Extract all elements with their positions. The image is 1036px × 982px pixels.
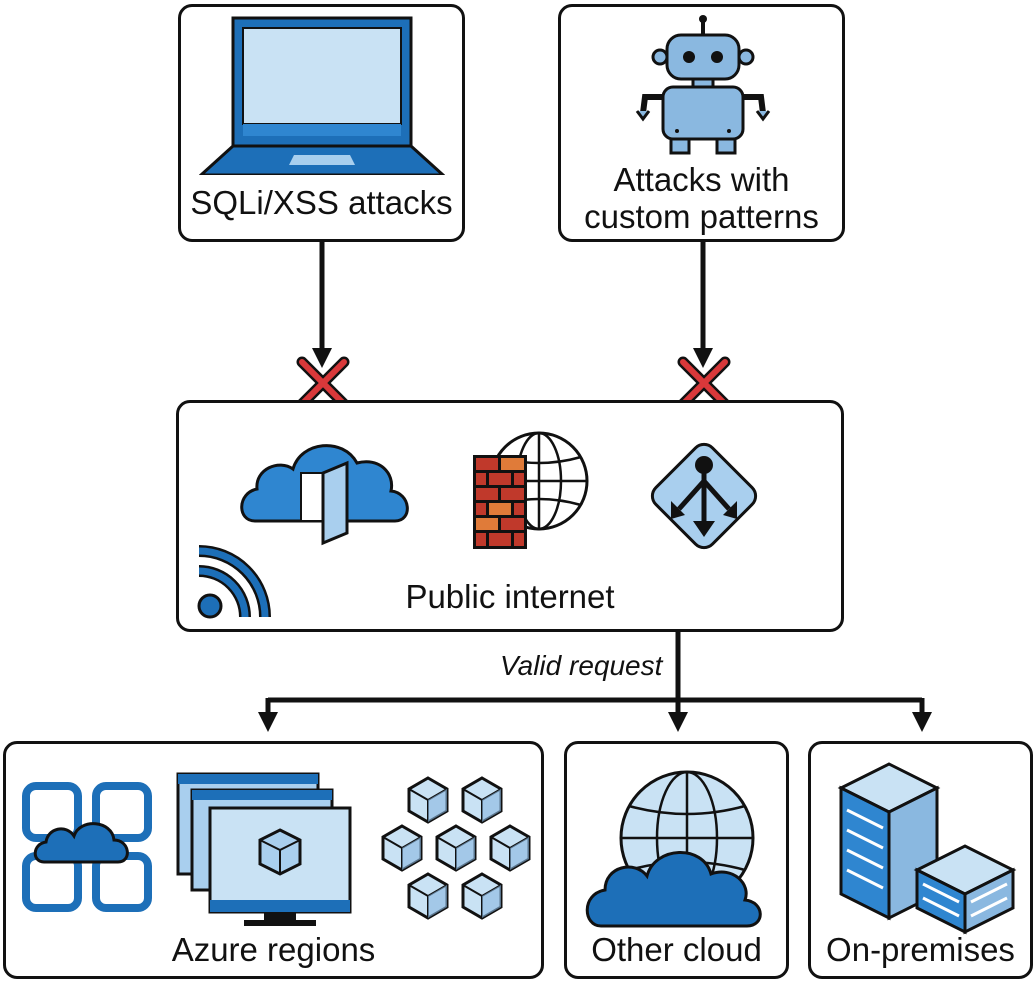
azure-regions-node: Azure regions — [3, 741, 544, 979]
azure-label: Azure regions — [171, 931, 376, 968]
traffic-router-icon — [650, 442, 758, 550]
robot-icon — [635, 15, 771, 155]
laptop-icon — [199, 16, 445, 175]
globe-cloud-icon — [585, 770, 762, 928]
custom-label-line2: custom patterns — [584, 198, 819, 235]
custom-patterns-node: Attacks with custom patterns — [558, 4, 845, 242]
building-icon — [837, 762, 1017, 935]
firewall-globe-icon — [473, 431, 589, 549]
cubes-cluster-icon — [381, 776, 531, 920]
public-internet-node: Public internet — [176, 400, 844, 632]
cloud-grid-icon — [22, 782, 152, 912]
internet-label: Public internet — [405, 578, 615, 615]
other-cloud-node: Other cloud — [564, 741, 789, 979]
custom-label-line1: Attacks with — [613, 161, 790, 198]
valid-request-label: Valid request — [500, 650, 663, 681]
sqli-label: SQLi/XSS attacks — [190, 184, 453, 221]
sqli-node: SQLi/XSS attacks — [178, 4, 465, 242]
monitors-icon — [176, 772, 352, 926]
cloud-frontdoor-icon — [240, 444, 409, 546]
on-premises-node: On-premises — [808, 741, 1033, 979]
on-premises-label: On-premises — [826, 931, 1015, 968]
other-cloud-label: Other cloud — [591, 931, 762, 968]
